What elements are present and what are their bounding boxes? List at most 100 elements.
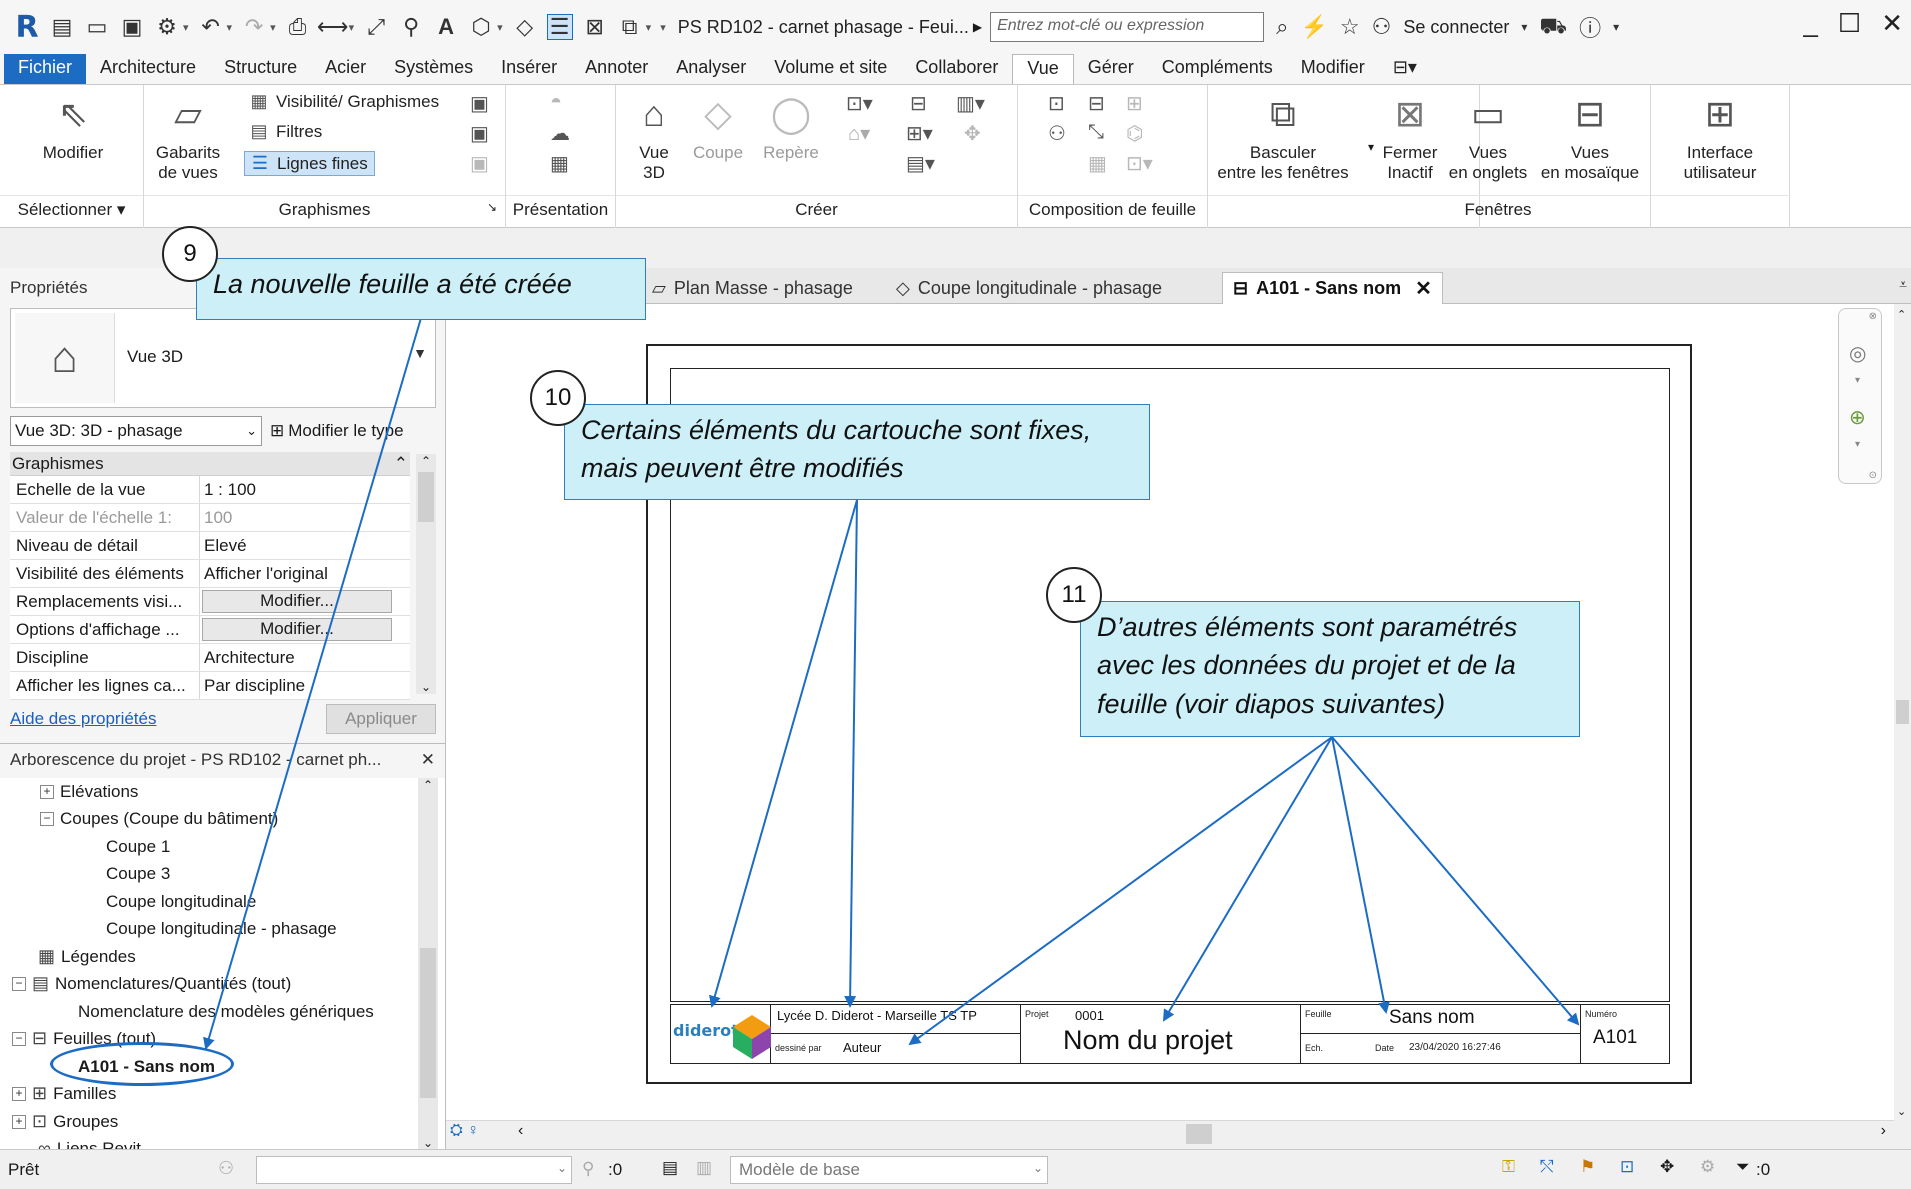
subscription-icon[interactable]: ⚡ — [1300, 14, 1327, 40]
canvas-vertical-scrollbar[interactable]: ⌃ ⌄ — [1894, 304, 1911, 1146]
title-block[interactable]: diderot Lycée D. Diderot - Marseille TS … — [670, 1004, 1670, 1064]
select-panel-title[interactable]: Sélectionner ▾ — [0, 195, 143, 225]
worksharing-icon[interactable]: ⚇ — [218, 1158, 234, 1179]
properties-help-link[interactable]: Aide des propriétés — [10, 709, 156, 729]
help-dropdown-icon[interactable]: ▾ — [1613, 20, 1619, 34]
thin-lines-button[interactable]: ☰ Lignes fines — [244, 151, 375, 176]
background-process-icon[interactable]: ⚙ — [1700, 1157, 1715, 1177]
tab-structure[interactable]: Structure — [210, 54, 311, 84]
render-gallery-icon[interactable]: ▦ — [550, 151, 569, 176]
tile-views-button[interactable]: ⊟ Vues en mosaïque — [1536, 91, 1644, 184]
filter-icon[interactable]: ⏷ — [1736, 1157, 1750, 1177]
tree-node-elevations[interactable]: + Elévations — [40, 778, 138, 805]
tb-sheet-name[interactable]: Sans nom — [1389, 1007, 1475, 1029]
view-reference-icon[interactable]: ▦ — [1088, 151, 1107, 176]
zoom-icon[interactable]: ⊕ — [1849, 405, 1866, 430]
dimension-icon[interactable]: ⤢ — [363, 14, 389, 40]
open-icon[interactable]: ▭ — [84, 14, 110, 40]
sign-in-link[interactable]: Se connecter — [1403, 17, 1509, 38]
favorites-icon[interactable]: ☆ — [1340, 14, 1360, 40]
workset-combo[interactable]: ⌄ — [256, 1156, 572, 1184]
tb-date[interactable]: 23/04/2020 16:27:46 — [1409, 1042, 1501, 1053]
modify-button[interactable]: ⇖ Modifier — [28, 91, 118, 163]
render-cloud-icon[interactable]: ☁ — [550, 121, 570, 146]
tab-annoter[interactable]: Annoter — [571, 54, 662, 84]
help-icon[interactable]: ⓘ — [1579, 11, 1601, 43]
editing-requests-icon[interactable]: ⚲ — [582, 1159, 594, 1179]
scroll-thumb[interactable] — [1896, 700, 1909, 724]
scroll-thumb[interactable] — [418, 472, 434, 522]
switch-dropdown-icon[interactable]: ▾ — [1368, 140, 1374, 154]
tab-gerer[interactable]: Gérer — [1074, 54, 1148, 84]
filters-button[interactable]: ▤ Filtres — [248, 121, 322, 142]
type-selector[interactable]: ⌂ Vue 3D ▼ — [10, 308, 436, 408]
scroll-left-icon[interactable]: ‹ — [518, 1122, 523, 1140]
ribbon-options-icon[interactable]: ⊟▾ — [1379, 54, 1431, 84]
close-browser-icon[interactable]: ✕ — [421, 750, 435, 772]
measure-dropdown-icon[interactable]: ▾ — [349, 21, 355, 34]
sign-in-dropdown-icon[interactable]: ▾ — [1521, 20, 1527, 34]
section-icon[interactable]: ◇ — [512, 14, 538, 40]
visibility-graphics-button[interactable]: ▦ Visibilité/ Graphismes — [248, 91, 439, 112]
close-tab-icon[interactable]: ✕ — [1415, 276, 1432, 301]
close-icon[interactable]: ✕ — [1881, 8, 1903, 39]
canvas-horizontal-scrollbar[interactable]: ⛭ ♀ ‹ › — [446, 1120, 1894, 1146]
scroll-right-icon[interactable]: › — [1881, 1122, 1886, 1140]
tb-project-number[interactable]: 0001 — [1075, 1008, 1104, 1023]
tab-inserer[interactable]: Insérer — [487, 54, 571, 84]
remove-hidden-lines-icon[interactable]: ▣ — [470, 121, 489, 146]
prop-row-scale[interactable]: Echelle de la vue 1 : 100 — [10, 476, 410, 504]
text-icon[interactable]: A — [433, 14, 459, 40]
scope-box-icon[interactable]: ✥ — [964, 121, 981, 146]
sync-dropdown-icon[interactable]: ▾ — [183, 21, 189, 34]
design-option-combo[interactable]: Modèle de base ⌄ — [730, 1156, 1048, 1184]
switch-windows-button[interactable]: ⧉ Basculer entre les fenêtres — [1214, 91, 1352, 184]
prop-row-hidden-lines[interactable]: Afficher les lignes ca... Par discipline — [10, 672, 410, 700]
home-icon[interactable]: ▤ — [49, 14, 75, 40]
tab-vue[interactable]: Vue — [1012, 54, 1074, 84]
scroll-up-icon[interactable]: ⌃ — [418, 778, 438, 792]
save-icon[interactable]: ▣ — [119, 14, 145, 40]
print-icon[interactable]: ⎙ — [285, 14, 311, 40]
navbar-close-icon[interactable]: ⊗ — [1869, 311, 1877, 322]
view-tab-a101[interactable]: ⊟ A101 - Sans nom ✕ — [1222, 272, 1443, 304]
cut-profile-icon[interactable]: ▣ — [470, 151, 489, 176]
tree-node-revit-links[interactable]: ∞ Liens Revit — [38, 1135, 141, 1150]
tabs-menu-icon[interactable]: ⩡ — [1899, 276, 1907, 293]
view-tab-longitudinal-section[interactable]: ◇ Coupe longitudinale - phasage — [886, 272, 1172, 304]
steering-dropdown-icon[interactable]: ▾ — [1855, 375, 1860, 386]
switch-windows-icon[interactable]: ⧉ — [617, 14, 643, 40]
vg-overrides-edit-button[interactable]: Modifier... — [202, 590, 392, 613]
tb-sheet-number[interactable]: A101 — [1593, 1027, 1637, 1049]
tree-node-longitudinal-section[interactable]: Coupe longitudinale — [106, 888, 256, 915]
view-templates-button[interactable]: ▱ Gabarits de vues — [154, 91, 222, 184]
tree-node-sections[interactable]: − Coupes (Coupe du bâtiment) — [40, 805, 278, 832]
3d-view-icon[interactable]: ⬡ — [468, 14, 494, 40]
tree-node-section-1[interactable]: Coupe 1 — [106, 833, 170, 860]
tb-author[interactable]: Auteur — [843, 1040, 881, 1055]
drafting-view-icon[interactable]: ⊟ — [910, 91, 927, 116]
tab-analyser[interactable]: Analyser — [662, 54, 760, 84]
tab-fichier[interactable]: Fichier — [4, 54, 87, 84]
scroll-down-icon[interactable]: ⌄ — [418, 1136, 438, 1150]
collapse-icon[interactable]: − — [12, 1031, 26, 1046]
expand-icon[interactable]: + — [12, 1114, 26, 1129]
select-by-face-icon[interactable]: ⊡ — [1620, 1157, 1634, 1177]
tree-node-legends[interactable]: ▦ Légendes — [38, 943, 136, 970]
schedules-icon[interactable]: ▥▾ — [956, 91, 985, 116]
properties-scrollbar[interactable]: ⌃ ⌄ — [416, 454, 436, 694]
scroll-up-icon[interactable]: ⌃ — [416, 454, 436, 468]
tab-systemes[interactable]: Systèmes — [380, 54, 487, 84]
browser-scrollbar[interactable]: ⌃ ⌄ — [418, 778, 438, 1150]
tab-architecture[interactable]: Architecture — [86, 54, 210, 84]
close-hidden-icon[interactable]: ⊠ — [582, 14, 608, 40]
select-links-icon[interactable]: ⚿ — [1502, 1157, 1515, 1177]
revit-app-icon[interactable]: R — [14, 10, 40, 45]
tree-node-groups[interactable]: + ⊡ Groupes — [12, 1108, 118, 1135]
redo-icon[interactable]: ↷ — [241, 14, 267, 40]
scroll-up-icon[interactable]: ⌃ — [1897, 308, 1906, 321]
graphics-dialog-launcher-icon[interactable]: ↘ — [487, 200, 497, 214]
section-button[interactable]: ◇ Coupe — [688, 91, 748, 163]
main-model-icon[interactable]: ▥ — [696, 1158, 712, 1178]
title-block-icon[interactable]: ⊞ — [1126, 91, 1143, 116]
